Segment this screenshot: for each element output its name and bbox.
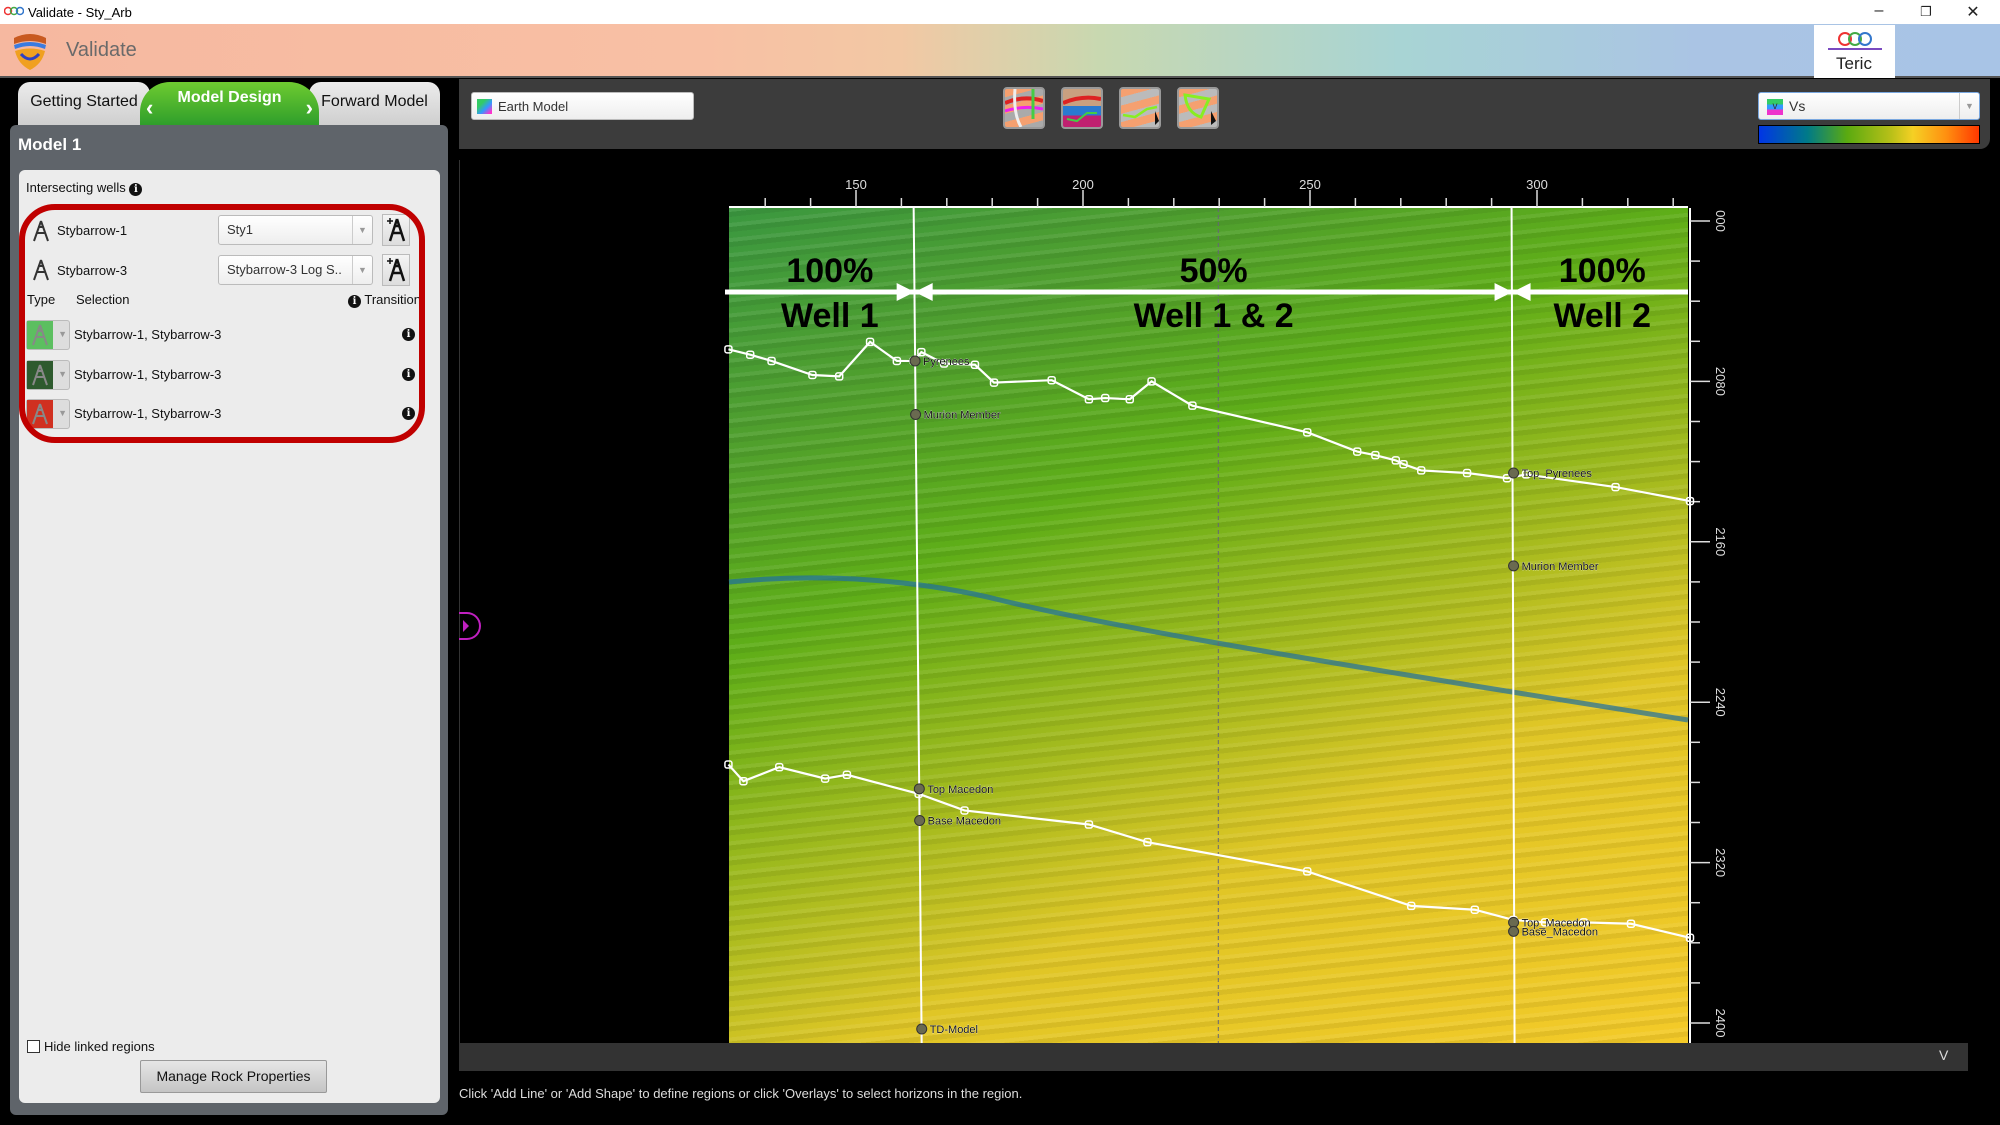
well-marker bbox=[914, 814, 926, 826]
arrow-head-icon bbox=[1512, 283, 1531, 301]
well-marker bbox=[1508, 467, 1520, 479]
y-tick-label: 2240 bbox=[1713, 688, 1728, 717]
well-marker-label: Murion Member bbox=[1522, 561, 1599, 573]
well-marker-label: Murion Member bbox=[924, 409, 1001, 421]
arrow-head-icon bbox=[896, 283, 915, 301]
well-track-1 bbox=[912, 207, 923, 1044]
well-marker-label: Base Macedon bbox=[928, 815, 1001, 827]
well-marker bbox=[1508, 560, 1520, 572]
well-marker-label: Base_Macedon bbox=[1522, 926, 1598, 938]
well-marker bbox=[909, 355, 921, 367]
well-marker bbox=[1508, 916, 1520, 928]
annotation-label: Well 1 & 2 bbox=[1134, 297, 1294, 335]
y-tick-label: 2320 bbox=[1713, 848, 1728, 877]
well-marker bbox=[910, 408, 922, 420]
x-tick-label: 200 bbox=[1072, 177, 1094, 192]
y-tick-label: 000 bbox=[1713, 210, 1728, 232]
y-tick-label: 2400 bbox=[1713, 1009, 1728, 1038]
chevron-down-icon[interactable]: V bbox=[1939, 1047, 1948, 1063]
horizon-line bbox=[727, 763, 1691, 939]
status-text: Click 'Add Line' or 'Add Shape' to defin… bbox=[459, 1086, 1023, 1101]
blue-seismic-band bbox=[728, 575, 1689, 723]
well-marker-label: Top Macedon bbox=[927, 784, 993, 796]
well-marker bbox=[916, 1023, 928, 1035]
annotation-percent: 100% bbox=[1559, 252, 1646, 290]
well-marker bbox=[1508, 925, 1520, 937]
annotation-percent: 100% bbox=[786, 252, 873, 290]
x-tick-label: 300 bbox=[1526, 177, 1548, 192]
annotation-label: Well 2 bbox=[1553, 297, 1651, 335]
y-tick-label: 2080 bbox=[1713, 367, 1728, 396]
annotation-percent: 50% bbox=[1180, 252, 1248, 290]
well-marker-label: TD-Model bbox=[930, 1024, 978, 1036]
well-marker-label: Top_Pyrenees bbox=[1522, 468, 1593, 480]
section-overlay: 150 200 250 300 000 2080 2160 2240 2320 2400 Pyren… bbox=[724, 177, 1728, 1044]
bottom-bar: V bbox=[459, 1043, 1968, 1071]
y-tick-label: 2160 bbox=[1713, 527, 1728, 556]
x-tick-label: 250 bbox=[1299, 177, 1321, 192]
arrow-head-icon bbox=[914, 283, 933, 301]
annotation-label: Well 1 bbox=[781, 297, 879, 335]
well-marker bbox=[913, 783, 925, 795]
x-tick-label: 150 bbox=[845, 177, 867, 192]
well-marker-label: Pyrenees bbox=[923, 356, 970, 368]
arrow-head-icon bbox=[1494, 283, 1513, 301]
